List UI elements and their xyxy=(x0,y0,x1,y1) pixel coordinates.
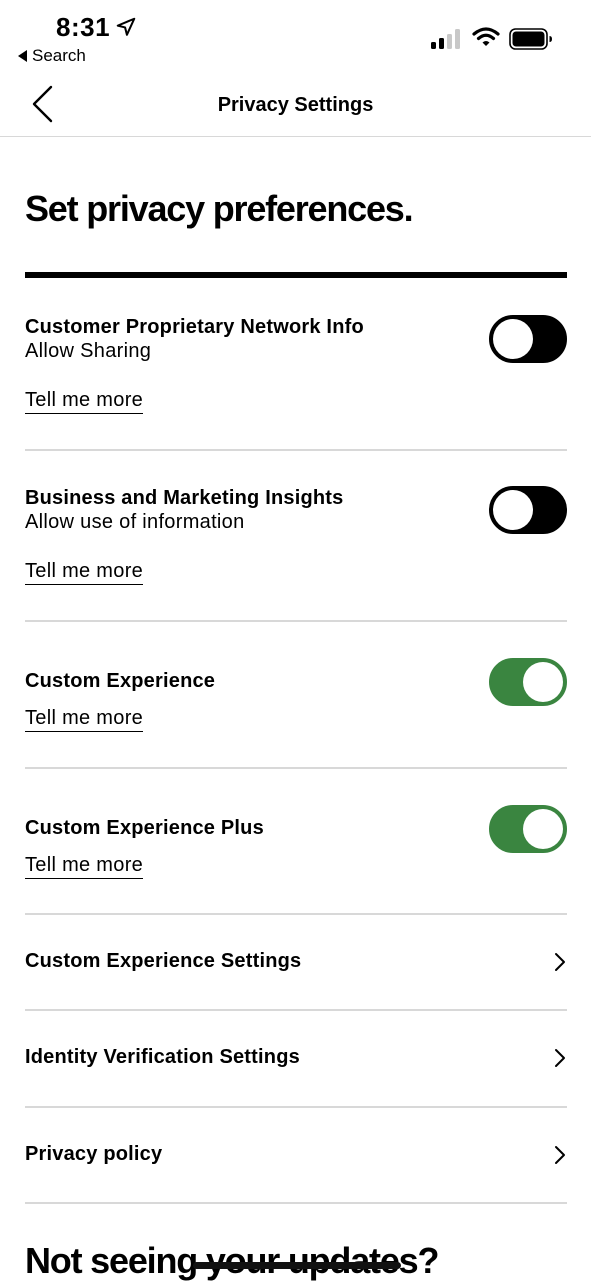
not-seeing-updates-heading: Not seeing your updates? xyxy=(25,1240,439,1281)
setting-subtitle: Allow Sharing xyxy=(25,340,152,362)
page-heading: Set privacy preferences. xyxy=(25,188,414,229)
chevron-right-icon xyxy=(555,953,565,971)
divider xyxy=(25,1202,567,1204)
toggle-knob xyxy=(493,319,533,359)
setting-row-custom-experience-plus: Custom Experience Plus Tell me more xyxy=(25,789,567,913)
location-arrow-icon xyxy=(116,17,136,36)
link-label: Privacy policy xyxy=(25,1143,163,1165)
toggle-knob xyxy=(523,809,563,849)
toggle-knob xyxy=(523,662,563,702)
setting-row-cpni: Customer Proprietary Network Info Allow … xyxy=(25,300,567,448)
chevron-right-icon xyxy=(555,1146,565,1164)
back-to-app-link[interactable]: Search xyxy=(18,46,86,66)
chevron-right-icon xyxy=(555,1049,565,1067)
status-bar: 8:31 Search xyxy=(0,0,591,70)
cellular-signal-icon xyxy=(431,29,460,49)
divider xyxy=(25,620,567,622)
setting-row-business-marketing: Business and Marketing Insights Allow us… xyxy=(25,471,567,619)
setting-title: Customer Proprietary Network Info xyxy=(25,316,364,338)
identity-verification-settings-link[interactable]: Identity Verification Settings xyxy=(25,1034,567,1082)
status-time: 8:31 xyxy=(56,12,111,42)
divider xyxy=(25,1009,567,1011)
wifi-icon xyxy=(472,27,500,46)
link-label: Custom Experience Settings xyxy=(25,950,302,972)
tell-me-more-link[interactable]: Tell me more xyxy=(25,388,144,414)
setting-title: Business and Marketing Insights xyxy=(25,487,344,509)
divider xyxy=(25,449,567,451)
link-label: Identity Verification Settings xyxy=(25,1046,300,1068)
heading-rule xyxy=(25,272,567,278)
toggle-knob xyxy=(493,490,533,530)
divider xyxy=(25,767,567,769)
setting-title: Custom Experience Plus xyxy=(25,817,264,839)
tell-me-more-link[interactable]: Tell me more xyxy=(25,706,144,732)
tell-me-more-link[interactable]: Tell me more xyxy=(25,853,144,879)
nav-bar: Privacy Settings xyxy=(0,70,591,137)
custom-experience-settings-link[interactable]: Custom Experience Settings xyxy=(25,938,567,986)
divider xyxy=(25,1106,567,1108)
back-to-app-label: Search xyxy=(32,46,86,65)
cpni-toggle[interactable] xyxy=(489,315,567,363)
divider xyxy=(25,913,567,915)
setting-subtitle: Allow use of information xyxy=(25,511,245,533)
privacy-policy-link[interactable]: Privacy policy xyxy=(25,1131,567,1179)
nav-title: Privacy Settings xyxy=(217,94,374,116)
custom-experience-toggle[interactable] xyxy=(489,658,567,706)
home-indicator[interactable] xyxy=(193,1262,401,1269)
setting-row-custom-experience: Custom Experience Tell me more xyxy=(25,642,567,766)
back-triangle-icon xyxy=(18,50,27,62)
battery-icon xyxy=(509,28,552,50)
business-marketing-toggle[interactable] xyxy=(489,486,567,534)
setting-title: Custom Experience xyxy=(25,670,216,692)
custom-experience-plus-toggle[interactable] xyxy=(489,805,567,853)
tell-me-more-link[interactable]: Tell me more xyxy=(25,559,144,585)
